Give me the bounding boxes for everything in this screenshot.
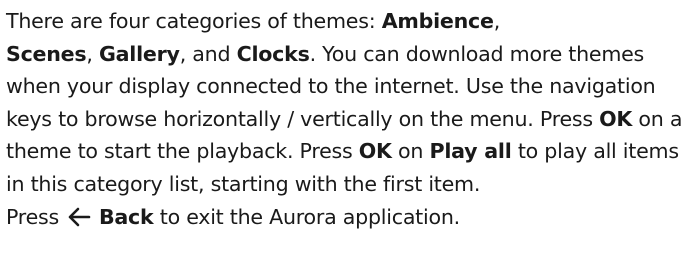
themes-paragraph: There are four categories of themes: Amb…	[6, 5, 698, 201]
text-segment: There are four categories of themes:	[6, 9, 382, 33]
text-segment: , and	[179, 41, 237, 66]
text-segment: on	[391, 139, 430, 164]
text-segment: ,	[493, 9, 501, 33]
back-paragraph: Press Back to exit the Aurora application…	[6, 201, 698, 234]
keyword-clocks: Clocks	[236, 41, 310, 66]
text-segment: to exit the Aurora application.	[153, 204, 460, 229]
keyword-ok: OK	[358, 139, 392, 164]
keyword-play-all: Play all	[429, 139, 512, 164]
keyword-scenes: Scenes	[6, 41, 87, 66]
keyword-gallery: Gallery	[99, 41, 180, 66]
help-text: There are four categories of themes: Amb…	[0, 0, 698, 271]
keyword-ok: OK	[599, 106, 633, 131]
keyword-ambience: Ambience	[381, 9, 494, 33]
keyword-back: Back	[98, 204, 154, 229]
text-segment: Press	[6, 204, 59, 229]
text-segment: ,	[86, 41, 99, 66]
left-arrow-icon	[67, 207, 91, 227]
